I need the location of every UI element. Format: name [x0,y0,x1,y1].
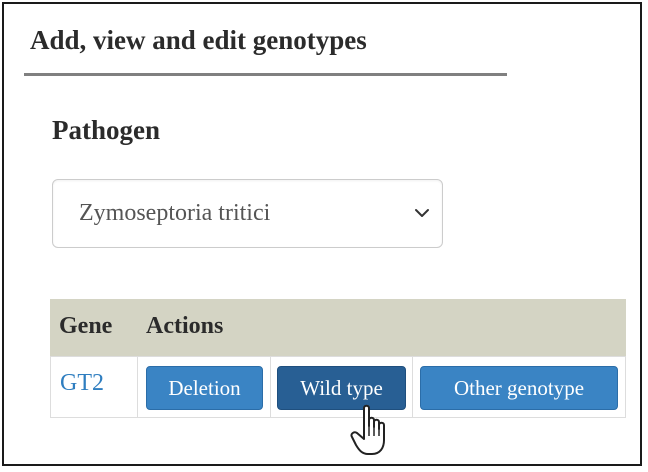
cell-divider [412,357,413,417]
column-header-actions: Actions [146,313,224,339]
chevron-down-icon [415,209,429,217]
page-title: Add, view and edit genotypes [30,25,367,55]
deletion-button[interactable]: Deletion [146,366,263,410]
gene-link-gt2[interactable]: GT2 [60,369,104,397]
pathogen-select-value: Zymoseptoria tritici [79,200,271,226]
cell-divider [137,357,138,417]
pathogen-select[interactable]: Zymoseptoria tritici [52,179,443,248]
table-row: GT2 Deletion Wild type Other genotype [50,356,626,418]
hand-pointer-icon [350,404,385,455]
other-genotype-button[interactable]: Other genotype [420,366,618,410]
genotype-table-header: Gene Actions [50,299,626,356]
column-header-gene: Gene [59,313,113,339]
pathogen-label: Pathogen [52,115,160,145]
title-divider [24,73,507,76]
cell-divider [270,357,271,417]
